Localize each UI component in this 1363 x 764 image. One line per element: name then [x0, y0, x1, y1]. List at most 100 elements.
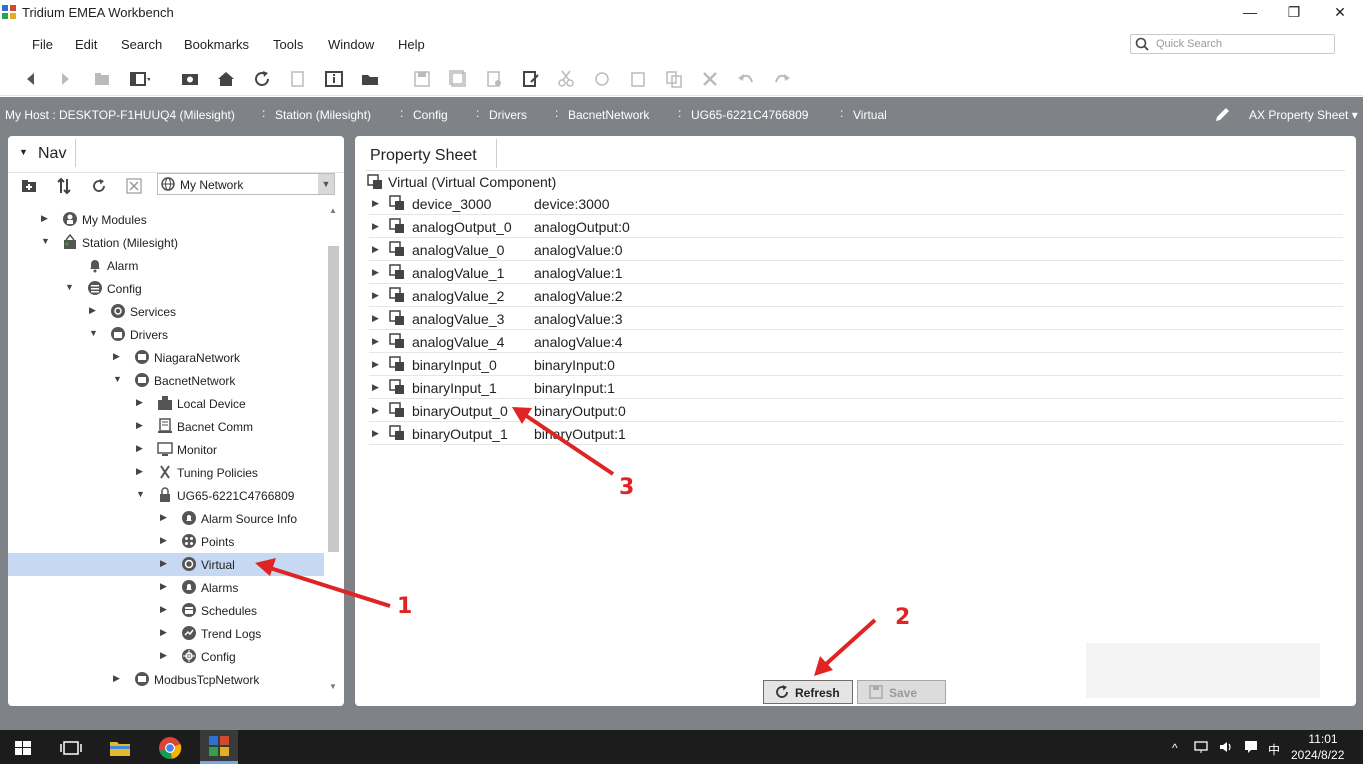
view-selector[interactable]: AX Property Sheet ▾ — [1249, 108, 1358, 122]
property-row[interactable]: ▶ analogValue_1 analogValue:1 — [369, 261, 1343, 284]
file-explorer-icon[interactable] — [107, 735, 133, 761]
menu-edit[interactable]: Edit — [75, 37, 97, 52]
expand-icon[interactable]: ▶ — [372, 428, 379, 439]
info-icon[interactable] — [323, 68, 345, 90]
menu-tools[interactable]: Tools — [273, 37, 303, 52]
breadcrumb-host[interactable]: My Host : DESKTOP-F1HUUQ4 (Milesight) — [5, 108, 235, 122]
expand-icon[interactable]: ▶ — [160, 581, 170, 593]
refresh-toolbar-icon[interactable] — [251, 68, 273, 90]
tree-node-niagara-network[interactable]: ▶ NiagaraNetwork — [8, 346, 324, 369]
expand-icon[interactable]: ▶ — [136, 397, 146, 409]
tree-node-drivers[interactable]: ▼ Drivers — [8, 323, 324, 346]
collapse-icon[interactable]: ▼ — [89, 328, 99, 340]
tree-node-alarm[interactable]: Alarm — [8, 254, 324, 277]
expand-icon[interactable]: ▶ — [89, 305, 99, 317]
edit-doc-icon[interactable] — [519, 68, 541, 90]
duplicate-icon[interactable] — [663, 68, 685, 90]
save-button[interactable]: Save — [857, 680, 946, 704]
property-row[interactable]: ▶ analogValue_0 analogValue:0 — [369, 238, 1343, 261]
nav-scrollbar[interactable]: ▲ ▼ — [326, 202, 342, 706]
network-tray-icon[interactable] — [1193, 739, 1209, 755]
property-row[interactable]: ▶ binaryOutput_1 binaryOutput:1 — [369, 422, 1343, 445]
tree-node-station[interactable]: ▼ Station (Milesight) — [8, 231, 324, 254]
tree-node-ug65-device[interactable]: ▼ UG65-6221C4766809 — [8, 484, 324, 507]
notification-icon[interactable] — [1243, 739, 1259, 755]
tree-node-modbus-tcp-network[interactable]: ▶ ModbusTcpNetwork — [8, 668, 324, 691]
quick-search-input[interactable]: Quick Search — [1130, 34, 1335, 54]
menu-search[interactable]: Search — [121, 37, 162, 52]
minimize-button[interactable]: — — [1227, 0, 1273, 26]
breadcrumb-station[interactable]: Station (Milesight) — [275, 108, 371, 122]
tree-node-bacnet-comm[interactable]: ▶ Bacnet Comm — [8, 415, 324, 438]
collapse-icon[interactable]: ▼ — [41, 236, 51, 248]
nav-tab[interactable]: ▼ Nav — [12, 139, 76, 167]
breadcrumb-config[interactable]: Config — [413, 108, 448, 122]
expand-icon[interactable]: ▶ — [113, 351, 123, 363]
tree-node-points[interactable]: ▶ Points — [8, 530, 324, 553]
expand-icon[interactable]: ▶ — [160, 512, 170, 524]
breadcrumb-virtual[interactable]: Virtual — [853, 108, 887, 122]
windows-start-icon[interactable] — [10, 735, 36, 761]
workbench-taskbar-icon[interactable] — [200, 730, 238, 764]
expand-icon[interactable]: ▶ — [160, 604, 170, 616]
open-station-icon[interactable] — [179, 68, 201, 90]
property-row[interactable]: ▶ analogValue_3 analogValue:3 — [369, 307, 1343, 330]
undo-icon[interactable] — [735, 68, 757, 90]
property-sheet-tab[interactable]: Property Sheet — [362, 139, 497, 168]
property-row[interactable]: ▶ analogOutput_0 analogOutput:0 — [369, 215, 1343, 238]
menu-bookmarks[interactable]: Bookmarks — [184, 37, 249, 52]
chrome-icon[interactable] — [157, 735, 183, 761]
refresh-button[interactable]: Refresh — [763, 680, 853, 704]
expand-icon[interactable]: ▶ — [160, 627, 170, 639]
restore-button[interactable]: ❐ — [1271, 0, 1317, 26]
scroll-thumb[interactable] — [328, 246, 339, 552]
expand-icon[interactable]: ▶ — [372, 359, 379, 370]
tree-node-schedules[interactable]: ▶ Schedules — [8, 599, 324, 622]
paste-icon[interactable] — [627, 68, 649, 90]
export-icon[interactable] — [483, 68, 505, 90]
tray-chevron-icon[interactable]: ^ — [1172, 741, 1178, 755]
collapse-icon[interactable]: ▼ — [113, 374, 123, 386]
new-tab-icon[interactable] — [20, 177, 38, 195]
chevron-down-icon[interactable]: ▼ — [19, 147, 28, 157]
up-level-icon[interactable] — [91, 68, 113, 90]
folder-icon[interactable] — [360, 68, 387, 90]
expand-icon[interactable]: ▶ — [372, 313, 379, 324]
menu-help[interactable]: Help — [398, 37, 425, 52]
expand-icon[interactable]: ▶ — [160, 535, 170, 547]
expand-icon[interactable]: ▶ — [160, 558, 170, 570]
expand-icon[interactable]: ▶ — [372, 244, 379, 255]
property-row[interactable]: ▶ device_3000 device:3000 — [369, 192, 1343, 215]
tree-node-virtual[interactable]: ▶ Virtual — [8, 553, 324, 576]
breadcrumb-device[interactable]: UG65-6221C4766809 — [691, 108, 808, 122]
property-row[interactable]: ▶ binaryInput_0 binaryInput:0 — [369, 353, 1343, 376]
expand-icon[interactable]: ▶ — [160, 650, 170, 662]
tree-node-services[interactable]: ▶ Services — [8, 300, 324, 323]
expand-icon[interactable]: ▶ — [372, 198, 379, 209]
property-row[interactable]: ▶ analogValue_2 analogValue:2 — [369, 284, 1343, 307]
tree-node-tuning-policies[interactable]: ▶ Tuning Policies — [8, 461, 324, 484]
tree-node-device-config[interactable]: ▶ Config — [8, 645, 324, 668]
tree-node-monitor[interactable]: ▶ Monitor — [8, 438, 324, 461]
scroll-up-icon[interactable]: ▲ — [329, 206, 337, 215]
pencil-icon[interactable] — [1213, 106, 1231, 124]
copy-icon[interactable] — [591, 68, 613, 90]
save-toolbar-icon[interactable] — [411, 68, 433, 90]
home-icon[interactable] — [215, 68, 237, 90]
expand-icon[interactable]: ▶ — [372, 405, 379, 416]
close-tree-icon[interactable] — [125, 177, 143, 195]
close-button[interactable]: ✕ — [1317, 0, 1363, 26]
collapse-icon[interactable]: ▼ — [65, 282, 75, 294]
tree-node-trend-logs[interactable]: ▶ Trend Logs — [8, 622, 324, 645]
tree-node-alarms[interactable]: ▶ Alarms — [8, 576, 324, 599]
task-view-icon[interactable] — [58, 735, 84, 761]
property-row[interactable]: ▶ analogValue_4 analogValue:4 — [369, 330, 1343, 353]
tree-node-local-device[interactable]: ▶ Local Device — [8, 392, 324, 415]
volume-icon[interactable] — [1218, 739, 1234, 755]
ime-indicator[interactable]: 中 — [1268, 741, 1280, 758]
side-bars-icon[interactable] — [128, 68, 151, 90]
clock-time[interactable]: 11:01 — [1303, 732, 1343, 746]
hyperlink-icon[interactable] — [287, 68, 309, 90]
refresh-tree-icon[interactable] — [90, 177, 108, 195]
expand-icon[interactable]: ▶ — [136, 466, 146, 478]
